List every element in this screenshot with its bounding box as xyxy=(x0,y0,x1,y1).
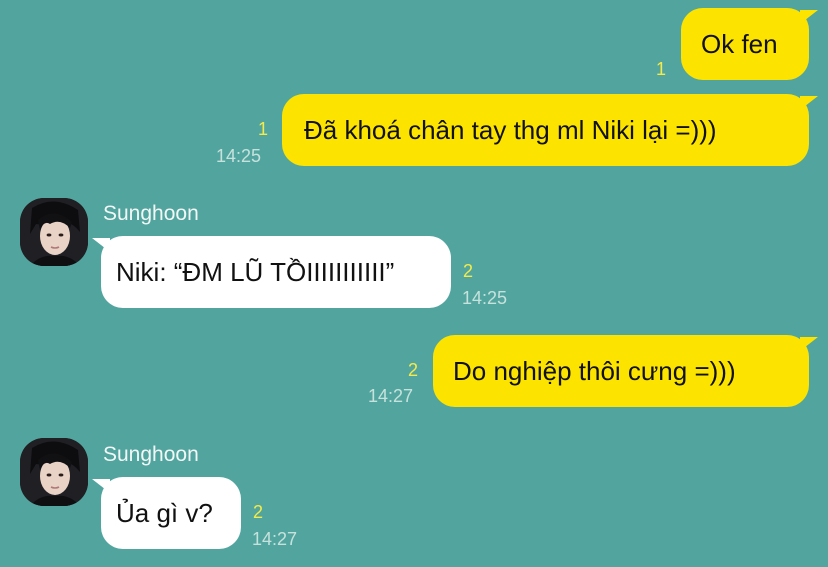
message-time: 14:25 xyxy=(462,288,508,308)
avatar[interactable] xyxy=(20,438,88,506)
avatar[interactable] xyxy=(20,198,88,266)
message-time: 14:27 xyxy=(368,386,414,406)
message-text: Ok fen xyxy=(701,28,778,59)
message-text: Niki: “ĐM LŨ TỒIIIIIIIIIII” xyxy=(116,256,395,287)
message-text: Do nghiệp thôi cưng =))) xyxy=(453,355,736,386)
message-bubble-incoming[interactable]: Ủa gì v? xyxy=(92,477,241,549)
message-bubble-outgoing[interactable]: Ok fen xyxy=(681,8,818,80)
message-bubble-outgoing[interactable]: Do nghiệp thôi cưng =))) xyxy=(433,335,818,407)
unread-count: 2 xyxy=(408,360,419,380)
message-bubble-incoming[interactable]: Niki: “ĐM LŨ TỒIIIIIIIIIII” xyxy=(92,236,451,308)
profile-photo-icon xyxy=(20,198,88,266)
unread-count: 2 xyxy=(253,502,264,522)
message-bubble-outgoing[interactable]: Đã khoá chân tay thg ml Niki lại =))) xyxy=(282,94,818,166)
message-text: Đã khoá chân tay thg ml Niki lại =))) xyxy=(304,114,717,145)
sender-name: Sunghoon xyxy=(103,443,199,466)
message-time: 14:27 xyxy=(252,529,298,549)
unread-count: 1 xyxy=(656,59,667,79)
message-time: 14:25 xyxy=(216,146,262,166)
message-text: Ủa gì v? xyxy=(116,497,213,528)
sender-name: Sunghoon xyxy=(103,202,199,225)
profile-photo-icon xyxy=(20,438,88,506)
unread-count: 1 xyxy=(258,119,269,139)
unread-count: 2 xyxy=(463,261,474,281)
